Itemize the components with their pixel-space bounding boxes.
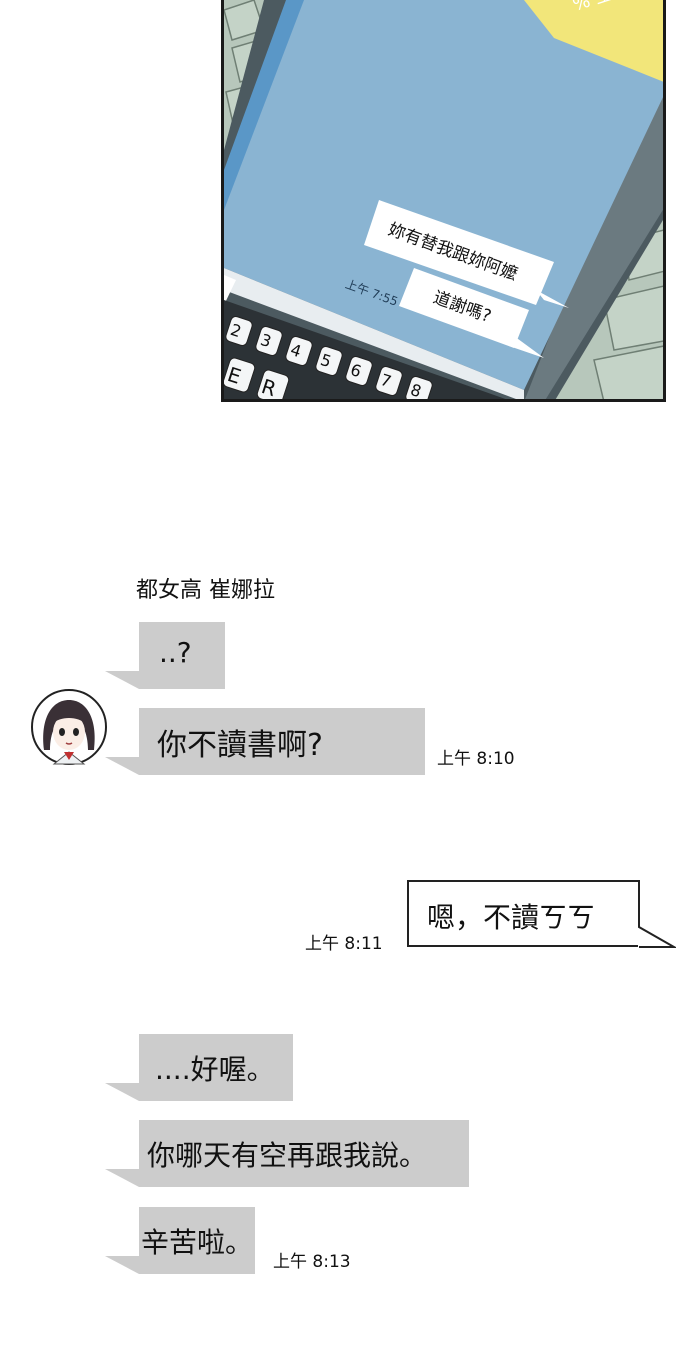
- message-text: 你不讀書啊?: [157, 728, 323, 763]
- chat-bubble-sent: 嗯，不讀ㄎㄎ: [407, 880, 640, 947]
- message-time: 上午 8:13: [273, 1252, 351, 1272]
- chat-bubble-received: 辛苦啦。: [105, 1207, 255, 1274]
- avatar: [30, 688, 108, 766]
- phone-illustration: [224, 0, 663, 399]
- message-text: 辛苦啦。: [141, 1226, 254, 1259]
- message-text: 你哪天有空再跟我說。: [147, 1139, 428, 1172]
- chat-bubble-received: 你不讀書啊?: [105, 708, 425, 775]
- comic-phone-panel: % 上午 7 妳有替我跟妳阿嬤 道謝嗎? 上午 7:55 2 3 4 5 6 7…: [221, 0, 666, 402]
- chat-bubble-received: ..?: [105, 622, 225, 689]
- message-time: 上午 8:11: [305, 934, 383, 954]
- message-text: 嗯，不讀ㄎㄎ: [427, 901, 596, 934]
- message-text: ....好喔。: [155, 1053, 275, 1086]
- sender-name: 都女高 崔娜拉: [136, 578, 275, 603]
- chat-bubble-received: 你哪天有空再跟我說。: [105, 1120, 469, 1187]
- message-time: 上午 8:10: [437, 749, 515, 769]
- chat-bubble-received: ....好喔。: [105, 1034, 293, 1101]
- message-text: ..?: [159, 636, 192, 669]
- sent-bubble-tail: [638, 880, 676, 948]
